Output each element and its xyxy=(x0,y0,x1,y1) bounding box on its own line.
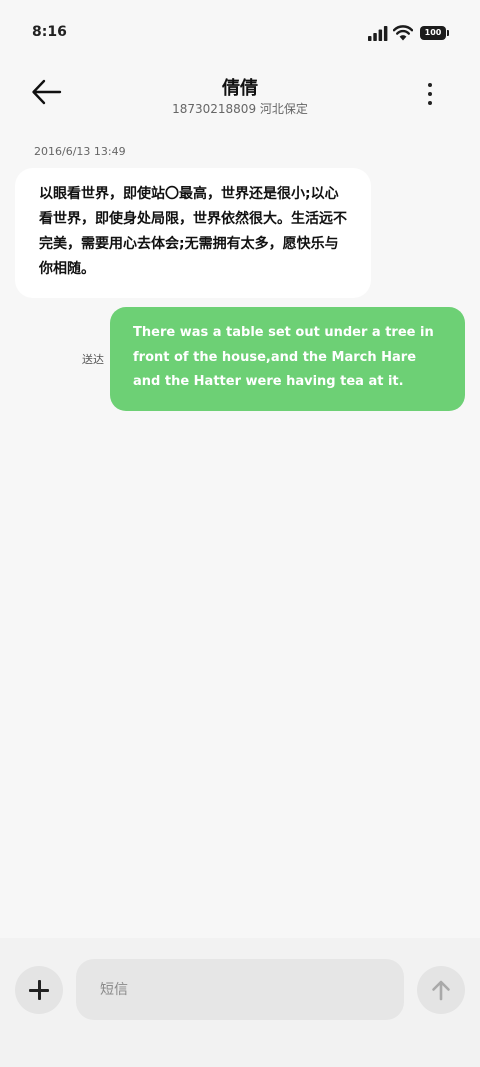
more-options-button[interactable] xyxy=(418,80,442,110)
incoming-message-bubble[interactable]: 以眼看世界，即使站〇最高，世界还是很小;以心看世界，即使身处局限，世界依然很大。… xyxy=(15,168,371,298)
contact-phone-location: 18730218809 河北保定 xyxy=(172,102,308,116)
conversation-header: 倩倩 18730218809 河北保定 xyxy=(0,66,480,126)
add-attachment-button[interactable] xyxy=(15,966,63,1014)
send-button[interactable] xyxy=(417,966,465,1014)
messaging-screen: 8:16 100 倩倩 18730218809 河北保定 2016/6/13 1… xyxy=(0,0,480,1067)
composer-bar xyxy=(0,938,480,1067)
contact-name: 倩倩 xyxy=(222,78,258,99)
more-options-icon xyxy=(418,83,442,105)
message-input[interactable] xyxy=(76,959,404,1020)
status-time: 8:16 xyxy=(32,24,67,40)
wifi-icon xyxy=(393,25,413,41)
battery-icon: 100 xyxy=(420,26,449,40)
send-arrow-icon xyxy=(432,980,450,1001)
delivery-status: 送达 xyxy=(82,353,104,366)
status-bar: 8:16 100 xyxy=(0,0,480,66)
incoming-message-text: 以眼看世界，即使站〇最高，世界还是很小;以心看世界，即使身处局限，世界依然很大。… xyxy=(39,186,347,277)
outgoing-message-bubble[interactable]: There was a table set out under a tree i… xyxy=(110,307,465,411)
outgoing-message-text: There was a table set out under a tree i… xyxy=(133,325,434,389)
message-timestamp: 2016/6/13 13:49 xyxy=(34,145,126,158)
battery-level: 100 xyxy=(424,28,442,37)
signal-icon xyxy=(368,26,388,41)
